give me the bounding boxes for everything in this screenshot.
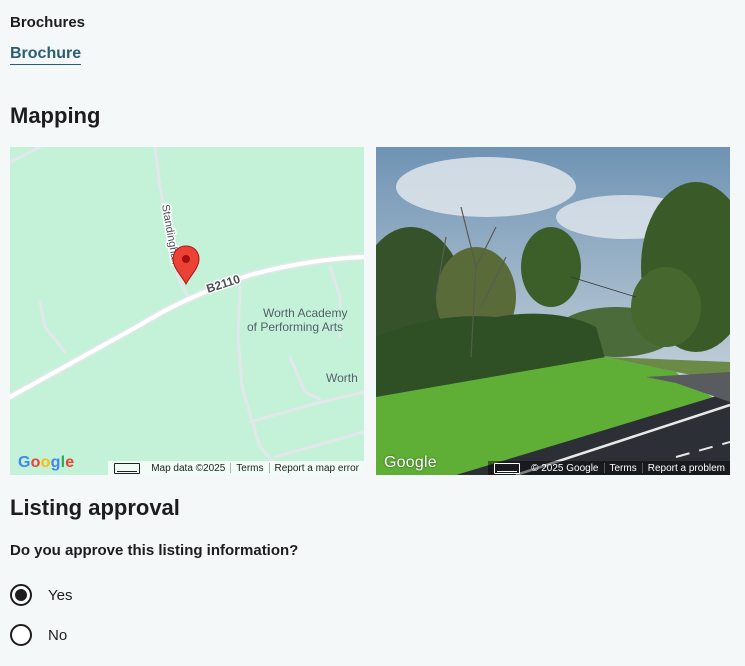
radio-option-yes[interactable]: Yes <box>10 584 72 606</box>
street-view-scene <box>376 147 730 475</box>
map-data-text: Map data ©2025 <box>151 462 226 474</box>
place-label-line2: of Performing Arts <box>247 320 343 334</box>
report-problem-link[interactable]: Report a problem <box>643 463 730 474</box>
google-logo-streetview: Google <box>384 454 437 471</box>
listing-approval-heading: Listing approval <box>10 495 180 520</box>
copyright-text: © 2025 Google <box>531 462 599 474</box>
report-map-error-link[interactable]: Report a map error <box>270 463 364 474</box>
map-attribution: Map data ©2025 Terms Report a map error <box>108 461 364 475</box>
mapping-heading: Mapping <box>10 103 101 128</box>
map-roads: B2110 Standinghall Worth Academy of Perf… <box>10 147 364 475</box>
radio-no-label: No <box>48 626 68 644</box>
place-label-line1: Worth Academy <box>263 306 347 320</box>
streetview-attribution: © 2025 Google Terms Report a problem <box>488 461 730 475</box>
map-pin-icon <box>172 245 200 286</box>
location-map[interactable]: B2110 Standinghall Worth Academy of Perf… <box>10 147 364 475</box>
town-label: Worth <box>326 371 358 385</box>
radio-yes[interactable] <box>10 584 32 606</box>
brochure-link[interactable]: Brochure <box>10 45 82 65</box>
map-terms-link[interactable]: Terms <box>231 463 268 474</box>
approval-question: Do you approve this listing information? <box>10 542 299 559</box>
radio-no[interactable] <box>10 624 32 646</box>
streetview-terms-link[interactable]: Terms <box>605 463 642 474</box>
radio-yes-label: Yes <box>48 586 73 604</box>
road-label: B2110 <box>205 272 243 296</box>
keyboard-icon[interactable] <box>494 462 521 474</box>
google-logo: Google <box>18 454 75 471</box>
street-view[interactable]: Google © 2025 Google Terms Report a prob… <box>376 147 730 475</box>
radio-option-no[interactable]: No <box>10 624 67 646</box>
brochures-heading: Brochures <box>10 14 86 31</box>
keyboard-icon[interactable] <box>114 462 141 474</box>
